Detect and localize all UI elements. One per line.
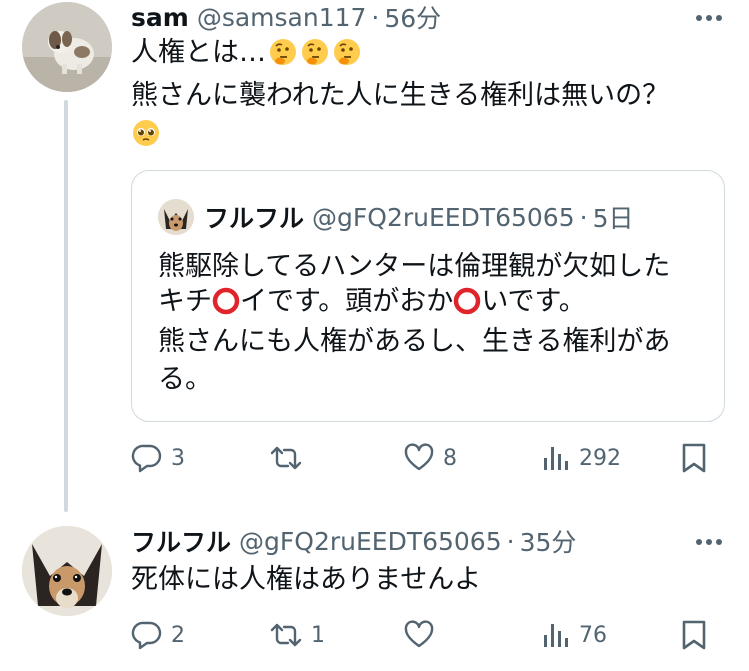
thinking-face-emoji [334, 39, 360, 65]
heart-icon [404, 620, 434, 648]
thinking-face-emoji [302, 39, 328, 65]
quote-text-part: キチ [158, 286, 212, 317]
author-name[interactable]: フルフル [131, 523, 231, 559]
tweet-header: フルフル @gFQ2ruEEDT65065 · 35分 [131, 524, 576, 558]
chihuahua-photo-avatar [22, 526, 112, 616]
avatar-sam[interactable] [22, 2, 112, 92]
quote-text-line-4: る。 [158, 364, 212, 395]
view-count: 292 [579, 445, 621, 471]
reply-icon [131, 444, 162, 473]
quote-author-avatar [158, 199, 194, 235]
views-button[interactable]: 76 [541, 615, 607, 655]
avatar-fulful[interactable] [22, 526, 112, 616]
thread-connector-line [64, 100, 68, 512]
more-options-button[interactable] [691, 527, 727, 557]
bookmark-button[interactable] [679, 438, 709, 478]
like-button[interactable] [403, 615, 443, 655]
reply-button[interactable]: 3 [131, 438, 185, 478]
chihuahua-photo-avatar [158, 199, 194, 235]
author-name[interactable]: sam [131, 3, 189, 32]
timestamp[interactable]: 35分 [520, 523, 577, 559]
tweet-text-part: 人権とは… [131, 37, 266, 68]
reply-button[interactable]: 2 [131, 615, 185, 655]
bookmark-icon [682, 620, 706, 650]
bookmark-icon [682, 443, 706, 473]
retweet-icon [270, 623, 302, 647]
views-button[interactable]: 292 [541, 438, 621, 478]
reply-icon [131, 621, 162, 650]
quoted-tweet-card[interactable]: フルフル @gFQ2ruEEDT65065 · 5日 熊駆除してるハンターは倫理… [131, 170, 725, 422]
tweet-text: 死体には人権はありませんよ [131, 564, 482, 595]
reply-count: 3 [171, 445, 185, 471]
heart-icon [404, 443, 434, 471]
tweet-actions-bar: 2 1 76 [131, 615, 725, 655]
quote-author-name: フルフル [204, 204, 305, 233]
quote-header-separator: · [579, 202, 588, 232]
quote-text-part: イです。頭がおか [240, 286, 454, 317]
tweet-text-line-1: 人権とは… [131, 35, 362, 71]
retweet-icon [270, 446, 302, 470]
quote-text-line-3: 熊さんにも人権があるし、生きる権利があ [158, 326, 671, 357]
quote-header: フルフル @gFQ2ruEEDT65065 · 5日 [204, 199, 633, 235]
like-count: 8 [443, 445, 457, 471]
like-button[interactable]: 8 [403, 438, 457, 478]
more-horizontal-icon [696, 15, 722, 21]
quote-text-line-1: 熊駆除してるハンターは倫理観が欠如した [158, 251, 671, 282]
quote-text-line-2: キチ イです。頭がおか いです。 [158, 284, 586, 320]
tweet-text-line-3 [131, 116, 161, 152]
pleading-face-emoji [133, 120, 159, 146]
tweet-sam: sam @samsan117 · 56分 人権とは… 熊さんに襲われた人に生きる… [0, 0, 749, 512]
tweet-header: sam @samsan117 · 56分 [131, 0, 441, 34]
header-separator: · [506, 526, 515, 556]
thinking-face-emoji [270, 39, 296, 65]
author-handle[interactable]: @gFQ2ruEEDT65065 [239, 527, 502, 556]
reply-count: 2 [171, 622, 185, 648]
views-chart-icon [544, 624, 568, 647]
red-circle-icon [454, 287, 481, 315]
quote-text-part: いです。 [481, 286, 586, 317]
tweet-text-line-2: 熊さんに襲われた人に生きる権利は無いの？ [131, 80, 670, 111]
views-chart-icon [544, 447, 568, 470]
quote-timestamp: 5日 [592, 204, 634, 233]
tweet-reply-fulful: フルフル @gFQ2ruEEDT65065 · 35分 死体には人権はありません… [0, 505, 749, 671]
quote-author-handle: @gFQ2ruEEDT65065 [312, 202, 575, 232]
retweet-count: 1 [311, 622, 325, 648]
author-handle[interactable]: @samsan117 [197, 3, 367, 32]
red-circle-icon [212, 287, 240, 315]
timestamp[interactable]: 56分 [384, 0, 441, 35]
more-options-button[interactable] [691, 3, 727, 33]
more-horizontal-icon [696, 539, 722, 545]
retweet-button[interactable]: 1 [269, 615, 325, 655]
header-separator: · [371, 2, 380, 32]
view-count: 76 [579, 622, 607, 648]
retweet-button[interactable] [269, 438, 311, 478]
dog-photo-avatar [22, 2, 112, 92]
bookmark-button[interactable] [679, 615, 709, 655]
tweet-actions-bar: 3 8 292 [131, 438, 725, 478]
